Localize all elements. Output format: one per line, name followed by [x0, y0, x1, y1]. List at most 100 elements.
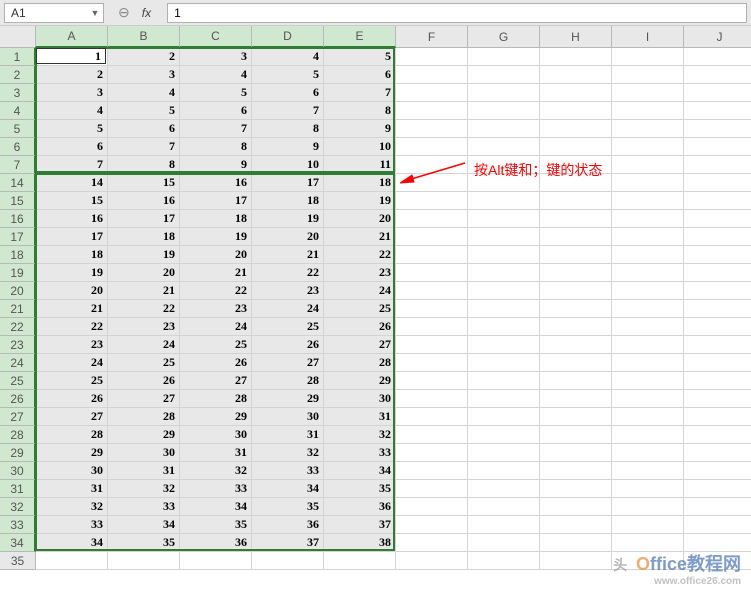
cell-B31[interactable]: 32 — [108, 480, 180, 498]
cell-D29[interactable]: 32 — [252, 444, 324, 462]
cell-C21[interactable]: 23 — [180, 300, 252, 318]
cell-B35[interactable] — [108, 552, 180, 570]
cell-A7[interactable]: 7 — [36, 156, 108, 174]
cell-J1[interactable] — [684, 48, 751, 66]
cell-grid[interactable]: 1 12345234563456745678567896789107891011… — [36, 48, 751, 570]
col-header-F[interactable]: F — [396, 26, 468, 48]
cell-F18[interactable] — [396, 246, 468, 264]
cell-J21[interactable] — [684, 300, 751, 318]
cell-G16[interactable] — [468, 210, 540, 228]
cell-C15[interactable]: 17 — [180, 192, 252, 210]
cell-J6[interactable] — [684, 138, 751, 156]
cell-D25[interactable]: 28 — [252, 372, 324, 390]
cell-J2[interactable] — [684, 66, 751, 84]
cell-D23[interactable]: 26 — [252, 336, 324, 354]
cell-B23[interactable]: 24 — [108, 336, 180, 354]
row-header-7[interactable]: 7 — [0, 156, 36, 174]
cell-B29[interactable]: 30 — [108, 444, 180, 462]
cell-E14[interactable]: 18 — [324, 174, 396, 192]
cell-D5[interactable]: 8 — [252, 120, 324, 138]
cell-I20[interactable] — [612, 282, 684, 300]
row-header-25[interactable]: 25 — [0, 372, 36, 390]
cell-C31[interactable]: 33 — [180, 480, 252, 498]
cell-I26[interactable] — [612, 390, 684, 408]
cell-G28[interactable] — [468, 426, 540, 444]
cell-H4[interactable] — [540, 102, 612, 120]
cell-A31[interactable]: 31 — [36, 480, 108, 498]
cell-A2[interactable]: 2 — [36, 66, 108, 84]
row-header-32[interactable]: 32 — [0, 498, 36, 516]
cell-J24[interactable] — [684, 354, 751, 372]
cell-G27[interactable] — [468, 408, 540, 426]
cell-E7[interactable]: 11 — [324, 156, 396, 174]
cell-F19[interactable] — [396, 264, 468, 282]
cell-G26[interactable] — [468, 390, 540, 408]
cell-C28[interactable]: 30 — [180, 426, 252, 444]
cell-J20[interactable] — [684, 282, 751, 300]
row-header-1[interactable]: 1 — [0, 48, 36, 66]
cell-D4[interactable]: 7 — [252, 102, 324, 120]
cell-I32[interactable] — [612, 498, 684, 516]
cell-C29[interactable]: 31 — [180, 444, 252, 462]
cell-E24[interactable]: 28 — [324, 354, 396, 372]
cell-F30[interactable] — [396, 462, 468, 480]
cell-J33[interactable] — [684, 516, 751, 534]
cell-J29[interactable] — [684, 444, 751, 462]
cell-B17[interactable]: 18 — [108, 228, 180, 246]
cell-A26[interactable]: 26 — [36, 390, 108, 408]
cell-J32[interactable] — [684, 498, 751, 516]
cell-A20[interactable]: 20 — [36, 282, 108, 300]
cell-B33[interactable]: 34 — [108, 516, 180, 534]
cell-J4[interactable] — [684, 102, 751, 120]
cell-B26[interactable]: 27 — [108, 390, 180, 408]
cell-H35[interactable] — [540, 552, 612, 570]
cell-I23[interactable] — [612, 336, 684, 354]
cell-J25[interactable] — [684, 372, 751, 390]
cell-F24[interactable] — [396, 354, 468, 372]
cell-B21[interactable]: 22 — [108, 300, 180, 318]
cell-D3[interactable]: 6 — [252, 84, 324, 102]
cell-I14[interactable] — [612, 174, 684, 192]
col-header-C[interactable]: C — [180, 26, 252, 48]
row-header-33[interactable]: 33 — [0, 516, 36, 534]
cell-A23[interactable]: 23 — [36, 336, 108, 354]
cell-D18[interactable]: 21 — [252, 246, 324, 264]
cell-A14[interactable]: 14 — [36, 174, 108, 192]
cell-E17[interactable]: 21 — [324, 228, 396, 246]
cell-A22[interactable]: 22 — [36, 318, 108, 336]
cell-F15[interactable] — [396, 192, 468, 210]
cell-J31[interactable] — [684, 480, 751, 498]
cell-I31[interactable] — [612, 480, 684, 498]
cell-A5[interactable]: 5 — [36, 120, 108, 138]
cell-D21[interactable]: 24 — [252, 300, 324, 318]
col-header-D[interactable]: D — [252, 26, 324, 48]
cell-G15[interactable] — [468, 192, 540, 210]
cell-G33[interactable] — [468, 516, 540, 534]
cell-E29[interactable]: 33 — [324, 444, 396, 462]
cell-E1[interactable]: 5 — [324, 48, 396, 66]
cell-C23[interactable]: 25 — [180, 336, 252, 354]
cell-B6[interactable]: 7 — [108, 138, 180, 156]
cell-J16[interactable] — [684, 210, 751, 228]
cell-D16[interactable]: 19 — [252, 210, 324, 228]
cell-B2[interactable]: 3 — [108, 66, 180, 84]
cell-F28[interactable] — [396, 426, 468, 444]
row-header-28[interactable]: 28 — [0, 426, 36, 444]
zoom-icon[interactable]: ⊖ — [118, 4, 130, 21]
cell-G1[interactable] — [468, 48, 540, 66]
cell-F29[interactable] — [396, 444, 468, 462]
cell-A21[interactable]: 21 — [36, 300, 108, 318]
row-header-22[interactable]: 22 — [0, 318, 36, 336]
cell-J28[interactable] — [684, 426, 751, 444]
row-header-26[interactable]: 26 — [0, 390, 36, 408]
cell-I6[interactable] — [612, 138, 684, 156]
cell-A32[interactable]: 32 — [36, 498, 108, 516]
row-header-19[interactable]: 19 — [0, 264, 36, 282]
cell-C5[interactable]: 7 — [180, 120, 252, 138]
cell-E15[interactable]: 19 — [324, 192, 396, 210]
cell-E33[interactable]: 37 — [324, 516, 396, 534]
cell-C24[interactable]: 26 — [180, 354, 252, 372]
cell-G5[interactable] — [468, 120, 540, 138]
cell-I27[interactable] — [612, 408, 684, 426]
cell-B18[interactable]: 19 — [108, 246, 180, 264]
